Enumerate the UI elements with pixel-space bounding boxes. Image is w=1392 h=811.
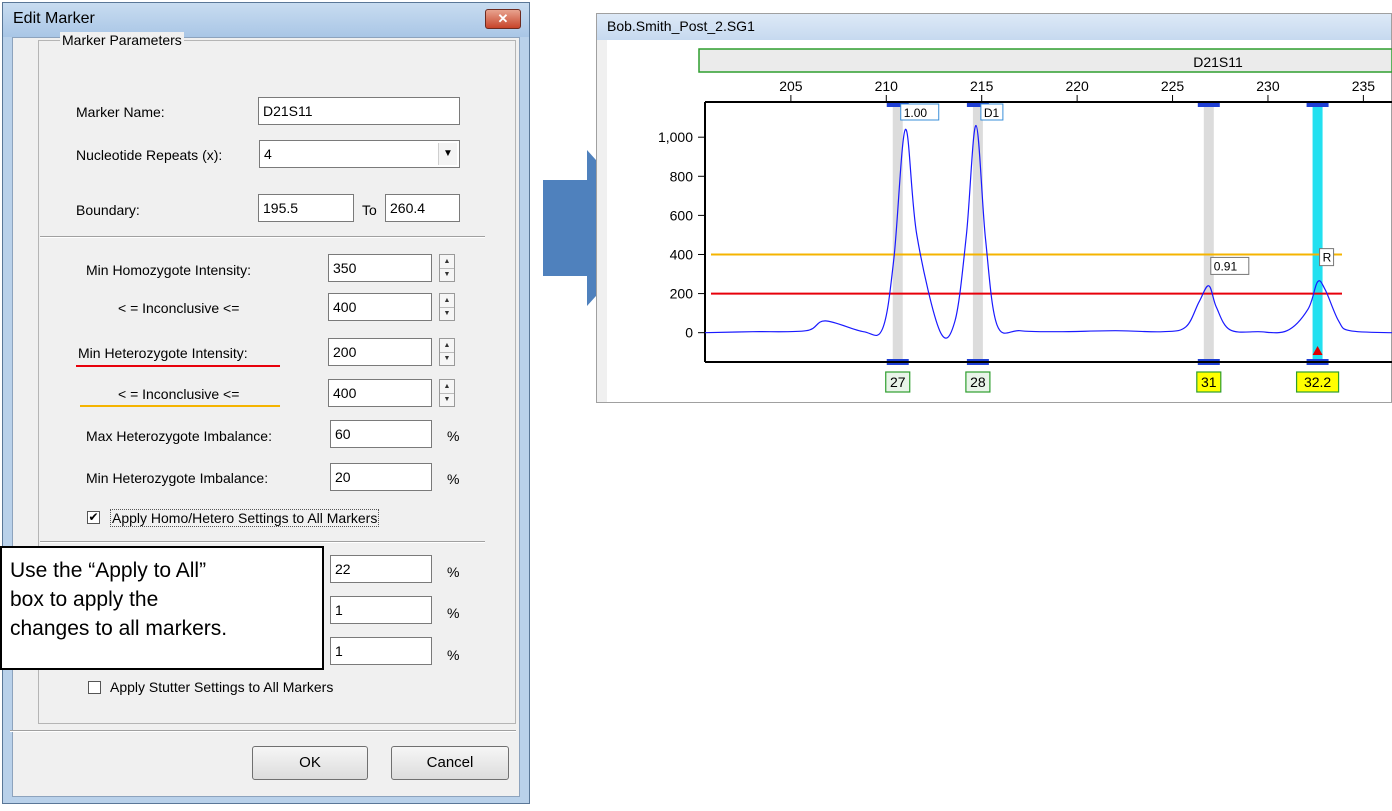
cancel-button[interactable]: Cancel bbox=[391, 746, 509, 780]
spin-up-icon[interactable]: ▲ bbox=[440, 339, 454, 353]
apply-homo-hetero-checkbox[interactable]: ✔ bbox=[87, 511, 100, 524]
x-tick-label: 230 bbox=[1256, 78, 1280, 94]
nucleotide-repeats-value: 4 bbox=[264, 146, 272, 162]
peak-annotation: R bbox=[1323, 251, 1332, 265]
x-tick-label: 220 bbox=[1065, 78, 1089, 94]
min-imbalance-input[interactable]: 20 bbox=[330, 463, 432, 491]
min-homozygote-label: Min Homozygote Intensity: bbox=[86, 262, 251, 278]
boundary-to-label: To bbox=[362, 202, 377, 218]
peak-highlight-band bbox=[892, 102, 903, 362]
allele-label: 31 bbox=[1201, 374, 1217, 390]
dialog-title: Edit Marker bbox=[13, 10, 95, 27]
spin-up-icon[interactable]: ▲ bbox=[440, 294, 454, 308]
allele-label: 27 bbox=[890, 374, 906, 390]
chart-title-bar: Bob.Smith_Post_2.SG1 bbox=[597, 14, 1391, 40]
x-tick-label: 210 bbox=[875, 78, 899, 94]
signal-trace bbox=[704, 124, 1392, 339]
spin-down-icon[interactable]: ▼ bbox=[440, 393, 454, 406]
peak-highlight-band bbox=[1203, 102, 1214, 362]
callout-box: Use the “Apply to All” box to apply the … bbox=[0, 546, 324, 670]
chevron-down-icon[interactable]: ▼ bbox=[438, 143, 457, 165]
peak-highlight-band bbox=[1312, 102, 1323, 362]
max-imbalance-label: Max Heterozygote Imbalance: bbox=[86, 428, 272, 444]
min-heterozygote-spinner[interactable]: ▲ ▼ bbox=[439, 338, 455, 366]
homo-inconclusive-label: < = Inconclusive <= bbox=[118, 300, 240, 316]
percent-sign: % bbox=[447, 428, 460, 444]
chart-window-title: Bob.Smith_Post_2.SG1 bbox=[607, 18, 755, 34]
spin-up-icon[interactable]: ▲ bbox=[440, 380, 454, 394]
apply-stutter-label: Apply Stutter Settings to All Markers bbox=[110, 679, 334, 695]
separator bbox=[40, 541, 485, 543]
spin-down-icon[interactable]: ▼ bbox=[440, 268, 454, 281]
marker-name-label: Marker Name: bbox=[76, 104, 165, 120]
y-tick-label: 0 bbox=[685, 325, 693, 341]
allele-label: 28 bbox=[970, 374, 986, 390]
x-tick-label: 235 bbox=[1352, 78, 1376, 94]
y-tick-label: 600 bbox=[670, 207, 694, 223]
homo-inconclusive-spinner[interactable]: ▲ ▼ bbox=[439, 293, 455, 321]
separator bbox=[40, 236, 485, 238]
max-imbalance-input[interactable]: 60 bbox=[330, 420, 432, 448]
x-tick-label: 205 bbox=[779, 78, 803, 94]
electropherogram-chart: D21S11 205 210 215 220 225 230 235 0 200 400 600 8… bbox=[658, 48, 1392, 393]
min-heterozygote-input[interactable]: 200 bbox=[328, 338, 432, 366]
callout-line: box to apply the bbox=[10, 588, 159, 611]
stutter-input-1[interactable]: 22 bbox=[330, 555, 432, 583]
yellow-underline bbox=[80, 405, 280, 407]
apply-homo-hetero-label[interactable]: Apply Homo/Hetero Settings to All Marker… bbox=[110, 509, 380, 527]
spin-down-icon[interactable]: ▼ bbox=[440, 307, 454, 320]
separator bbox=[10, 730, 516, 732]
marker-bar-label: D21S11 bbox=[1193, 54, 1243, 70]
percent-sign: % bbox=[447, 647, 460, 663]
peak-highlight-band bbox=[972, 102, 983, 362]
homo-inconclusive-input[interactable]: 400 bbox=[328, 293, 432, 321]
percent-sign: % bbox=[447, 471, 460, 487]
peak-top-label: D1 bbox=[984, 106, 1000, 120]
peak-annotation: 0.91 bbox=[1214, 259, 1238, 273]
stutter-input-2[interactable]: 1 bbox=[330, 596, 432, 624]
hetero-inconclusive-input[interactable]: 400 bbox=[328, 379, 432, 407]
min-homozygote-input[interactable]: 350 bbox=[328, 254, 432, 282]
nucleotide-repeats-select[interactable]: 4 ▼ bbox=[259, 140, 460, 168]
nucleotide-repeats-label: Nucleotide Repeats (x): bbox=[76, 147, 223, 163]
marker-bar bbox=[698, 48, 1392, 73]
boundary-label: Boundary: bbox=[76, 202, 140, 218]
x-tick-label: 225 bbox=[1161, 78, 1185, 94]
allele-label: 32.2 bbox=[1304, 374, 1331, 390]
group-label: Marker Parameters bbox=[60, 32, 184, 48]
spin-down-icon[interactable]: ▼ bbox=[440, 352, 454, 365]
percent-sign: % bbox=[447, 564, 460, 580]
red-underline bbox=[76, 365, 280, 367]
boundary-from-input[interactable]: 195.5 bbox=[258, 194, 354, 222]
x-tick-label: 215 bbox=[970, 78, 994, 94]
min-imbalance-label: Min Heterozygote Imbalance: bbox=[86, 470, 269, 486]
close-icon[interactable]: ✕ bbox=[485, 9, 521, 29]
min-heterozygote-label: Min Heterozygote Intensity: bbox=[78, 345, 248, 361]
stutter-input-3[interactable]: 1 bbox=[330, 637, 432, 665]
hetero-inconclusive-spinner[interactable]: ▲ ▼ bbox=[439, 379, 455, 407]
min-homozygote-spinner[interactable]: ▲ ▼ bbox=[439, 254, 455, 282]
peak-top-label: 1.00 bbox=[904, 106, 928, 120]
callout-line: changes to all markers. bbox=[10, 617, 228, 640]
callout-line: Use the “Apply to All” bbox=[10, 559, 207, 582]
ok-button[interactable]: OK bbox=[252, 746, 368, 780]
y-tick-label: 800 bbox=[670, 168, 694, 184]
spin-up-icon[interactable]: ▲ bbox=[440, 255, 454, 269]
marker-name-input[interactable]: D21S11 bbox=[258, 97, 460, 125]
y-tick-label: 200 bbox=[670, 286, 694, 302]
y-tick-label: 1,000 bbox=[658, 129, 693, 145]
hetero-inconclusive-label: < = Inconclusive <= bbox=[118, 386, 240, 402]
boundary-to-input[interactable]: 260.4 bbox=[385, 194, 460, 222]
apply-stutter-checkbox[interactable] bbox=[88, 681, 101, 694]
y-tick-label: 400 bbox=[670, 246, 694, 262]
percent-sign: % bbox=[447, 605, 460, 621]
